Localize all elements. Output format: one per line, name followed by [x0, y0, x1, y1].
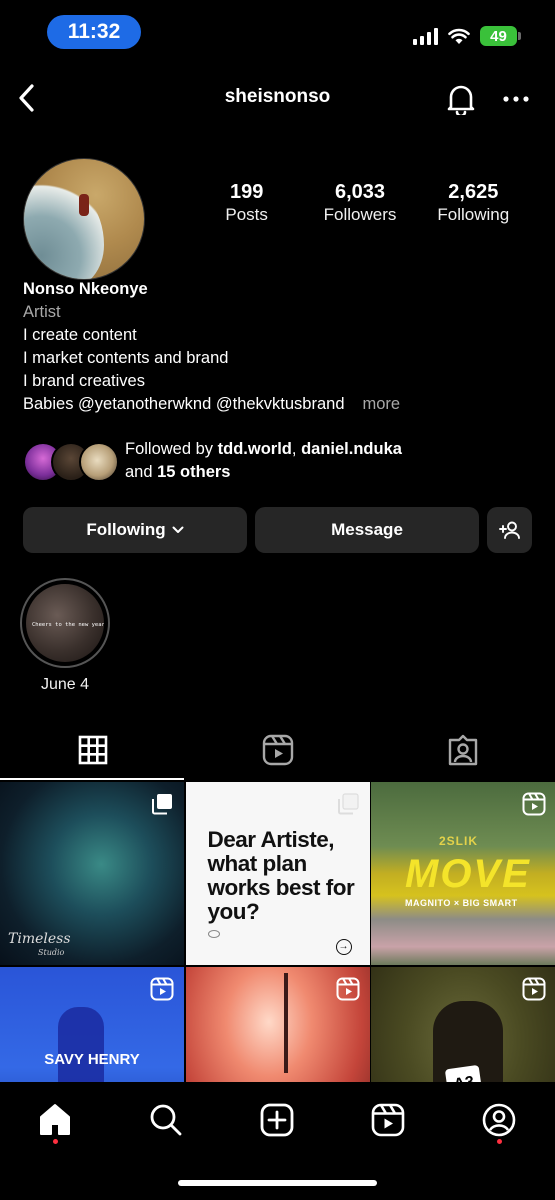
carousel-icon	[152, 794, 172, 815]
post-caption-text: Timeless	[8, 931, 71, 947]
mutual-user-link[interactable]: daniel.nduka	[301, 440, 402, 458]
mutual-others-link[interactable]: 15 others	[157, 463, 230, 481]
more-horizontal-icon	[503, 96, 529, 102]
cellular-signal-icon	[413, 27, 438, 45]
highlight-ring: Cheers to the new year	[20, 578, 110, 668]
reel-icon	[522, 977, 546, 1001]
more-options-button[interactable]	[499, 84, 533, 114]
following-button-label: Following	[86, 520, 166, 539]
nav-create[interactable]	[255, 1098, 299, 1142]
post-caption-text: SAVY HENRY	[44, 1051, 140, 1068]
post-tile[interactable]: 2SLIK MOVE MAGNITO × BIG SMART	[371, 782, 555, 965]
stat-followers[interactable]: 6,033 Followers	[303, 180, 416, 226]
post-headline: Dear Artiste, what plan works best for y…	[207, 827, 355, 924]
post-title-text: MOVE	[405, 852, 531, 896]
post-tile[interactable]: Dear Artiste, what plan works best for y…	[185, 782, 370, 965]
wifi-icon	[448, 28, 470, 44]
story-highlight[interactable]: Cheers to the new year June 4	[20, 578, 110, 694]
stat-posts[interactable]: 199 Posts	[190, 180, 303, 226]
stat-value: 6,033	[334, 181, 386, 203]
followed-by[interactable]: Followed by tdd.world, daniel.nduka and …	[23, 438, 543, 486]
reels-icon	[371, 1103, 405, 1137]
post-caption-text: Studio	[38, 948, 65, 957]
profile-actions: Following Message	[23, 507, 533, 553]
profile-avatar[interactable]	[23, 158, 145, 280]
post-tile[interactable]: Timeless Studio	[0, 782, 184, 965]
reel-icon	[336, 977, 359, 1001]
notification-dot	[497, 1139, 502, 1144]
bell-icon	[447, 85, 475, 115]
followed-by-and: and	[125, 463, 153, 481]
suggested-users-button[interactable]	[487, 507, 532, 553]
carousel-icon	[337, 793, 359, 815]
status-time[interactable]: 11:32	[47, 15, 141, 49]
avatar-image-figure	[79, 194, 89, 216]
mutual-user-link[interactable]: tdd.world	[218, 440, 292, 458]
message-button-label: Message	[331, 520, 403, 539]
profile-category: Artist	[23, 303, 61, 321]
bio-line-with-more: Babies @yetanotherwknd @thekvktusbrand mo…	[23, 393, 543, 416]
highlight-cover-text: Cheers to the new year	[32, 622, 104, 628]
profile-tabs	[0, 720, 555, 780]
message-button[interactable]: Message	[255, 507, 479, 553]
tab-grid[interactable]	[0, 720, 185, 780]
search-icon	[150, 1104, 182, 1136]
nav-profile[interactable]	[477, 1098, 521, 1142]
tab-reels[interactable]	[185, 720, 370, 780]
notifications-button[interactable]	[443, 80, 479, 118]
bio-line: I create content	[23, 326, 137, 344]
reel-icon	[150, 977, 174, 1001]
highlight-label: June 4	[40, 676, 90, 693]
arrow-right-icon: →	[335, 939, 352, 955]
bio-more-link[interactable]: more	[363, 395, 401, 413]
home-indicator[interactable]	[178, 1180, 377, 1186]
post-figure	[283, 973, 288, 1073]
bio-line: I brand creatives	[23, 372, 145, 390]
status-bar: 11:32 49	[0, 0, 555, 64]
battery-icon: 49	[480, 26, 521, 46]
bio-line[interactable]: Babies @yetanotherwknd @thekvktusbrand	[23, 395, 345, 413]
stat-value: 2,625	[448, 181, 499, 203]
profile-bio: Nonso Nkeonye Artist I create content I …	[23, 278, 543, 416]
followed-by-prefix: Followed by	[125, 440, 214, 458]
stat-label: Posts	[225, 205, 268, 224]
nav-reels[interactable]	[366, 1098, 410, 1142]
chevron-down-icon	[172, 526, 184, 533]
avatar-image-water	[24, 179, 104, 279]
following-button[interactable]: Following	[23, 507, 247, 553]
post-artist-text: 2SLIK	[439, 834, 479, 848]
highlight-cover: Cheers to the new year	[26, 584, 104, 662]
nav-home[interactable]	[33, 1098, 77, 1142]
post-credits-text: MAGNITO × BIG SMART	[405, 898, 518, 908]
profile-icon	[482, 1103, 516, 1137]
stat-label: Following	[437, 205, 510, 224]
stat-following[interactable]: 2,625 Following	[417, 180, 530, 226]
mutual-avatars	[23, 442, 119, 482]
reel-icon	[522, 792, 546, 816]
tagged-icon	[448, 734, 477, 766]
tab-tagged[interactable]	[370, 720, 555, 780]
profile-stats: 199 Posts 6,033 Followers 2,625 Followin…	[190, 180, 530, 226]
battery-level: 49	[490, 27, 507, 45]
post-decoration	[207, 930, 220, 938]
stat-label: Followers	[323, 205, 397, 224]
profile-header: sheisnonso	[0, 72, 555, 124]
home-icon	[40, 1104, 70, 1135]
reels-icon	[262, 734, 293, 766]
add-user-icon	[498, 521, 520, 539]
grid-icon	[78, 735, 107, 765]
profile-display-name: Nonso Nkeonye	[23, 280, 148, 298]
nav-search[interactable]	[144, 1098, 188, 1142]
bio-line: I market contents and brand	[23, 349, 229, 367]
notification-dot	[53, 1139, 58, 1144]
create-icon	[260, 1103, 294, 1137]
status-icons: 49	[413, 26, 521, 46]
stat-value: 199	[229, 181, 264, 203]
followed-by-separator: ,	[291, 440, 297, 458]
followed-by-text: Followed by tdd.world, daniel.nduka and …	[125, 438, 402, 484]
mutual-avatar	[79, 442, 119, 482]
